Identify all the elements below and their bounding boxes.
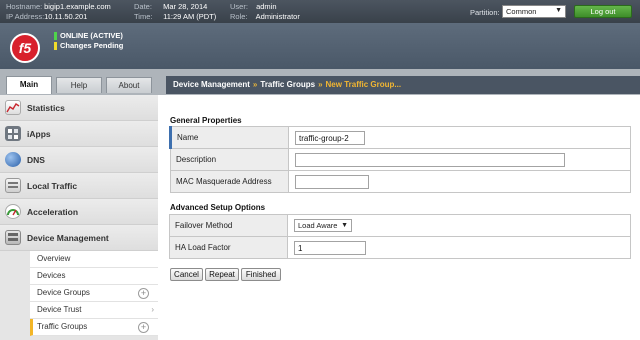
date-value: Mar 28, 2014	[163, 2, 208, 11]
add-icon[interactable]: +	[138, 288, 149, 299]
general-properties-table: Name traffic-group-2 Description MAC Mas…	[169, 126, 631, 193]
status-online-text: ONLINE (ACTIVE)	[60, 31, 123, 40]
subnav-label: Traffic Groups	[37, 322, 88, 331]
breadcrumb-current: New Traffic Group...	[325, 80, 402, 89]
ha-load-factor-label: HA Load Factor	[169, 236, 288, 259]
dns-globe-icon	[5, 152, 21, 167]
breadcrumb-device-management[interactable]: Device Management	[173, 80, 250, 89]
breadcrumb-separator: »	[252, 80, 258, 89]
main-content: General Properties Name traffic-group-2 …	[158, 95, 640, 340]
sidebar-item-label: Statistics	[27, 103, 65, 113]
ip-value: 10.11.50.201	[44, 11, 88, 21]
online-status-icon	[54, 32, 57, 40]
mac-masquerade-input[interactable]	[295, 174, 369, 189]
tab-help[interactable]: Help	[56, 77, 102, 93]
tab-about[interactable]: About	[106, 77, 152, 93]
ha-load-row: HA Load Factor 1	[169, 236, 631, 259]
date-info: Date: Mar 28, 2014 Time: 11:29 AM (PDT)	[134, 2, 216, 21]
subnav-label: Devices	[37, 271, 66, 280]
name-input[interactable]: traffic-group-2	[295, 130, 365, 145]
sidebar-item-iapps[interactable]: iApps	[0, 121, 158, 147]
status-changes-link[interactable]: Changes Pending	[60, 41, 123, 50]
partition-value: Common	[506, 7, 537, 16]
hostname-label: Hostname:	[6, 2, 43, 11]
device-management-icon	[5, 230, 21, 245]
sidebar-item-device-management[interactable]: Device Management	[0, 225, 158, 251]
failover-row: Failover Method Load Aware ▼	[169, 214, 631, 237]
breadcrumb-separator: »	[318, 80, 323, 89]
f5-logo: f5	[10, 33, 40, 63]
sidebar-item-label: iApps	[27, 129, 51, 139]
description-input[interactable]	[295, 152, 565, 167]
subnav-device-trust[interactable]: Device Trust ›	[30, 302, 158, 319]
repeat-button[interactable]: Repeat	[205, 268, 239, 281]
mac-row: MAC Masquerade Address	[170, 170, 631, 193]
date-label: Date:	[134, 2, 152, 11]
sidebar-item-label: DNS	[27, 155, 45, 165]
advanced-setup-title: Advanced Setup Options	[170, 203, 266, 212]
time-value: 11:29 AM (PDT)	[163, 11, 217, 21]
speedometer-icon	[5, 204, 21, 219]
statistics-icon	[5, 100, 21, 115]
pending-status-icon	[54, 42, 57, 50]
subnav-overview[interactable]: Overview	[30, 251, 158, 268]
general-properties-title: General Properties	[170, 116, 242, 125]
add-icon[interactable]: +	[138, 322, 149, 333]
subnav-traffic-groups[interactable]: Traffic Groups +	[30, 319, 158, 336]
breadcrumb-traffic-groups[interactable]: Traffic Groups	[260, 80, 315, 89]
sidebar-item-label: Device Management	[27, 233, 109, 243]
sidebar-item-acceleration[interactable]: Acceleration	[0, 199, 158, 225]
top-bar: Hostname: bigip1.example.com IP Address:…	[0, 0, 640, 23]
user-info: User: admin Role: Administrator	[230, 2, 300, 21]
role-label: Role:	[230, 11, 248, 21]
cancel-button[interactable]: Cancel	[170, 268, 203, 281]
subnav-label: Device Trust	[37, 305, 82, 314]
advanced-setup-table: Failover Method Load Aware ▼ HA Load Fac…	[169, 214, 631, 259]
name-label: Name	[169, 126, 289, 149]
subnav-label: Overview	[37, 254, 71, 263]
status-pending-row[interactable]: Changes Pending	[54, 41, 123, 51]
sidebar-item-statistics[interactable]: Statistics	[0, 95, 158, 121]
host-info: Hostname: bigip1.example.com IP Address:…	[6, 2, 111, 21]
subnav-devices[interactable]: Devices	[30, 268, 158, 285]
ip-label: IP Address:	[6, 11, 45, 21]
iapps-icon	[5, 126, 21, 141]
description-label: Description	[170, 148, 289, 171]
failover-method-select[interactable]: Load Aware ▼	[294, 219, 352, 232]
failover-method-label: Failover Method	[169, 214, 288, 237]
finished-button[interactable]: Finished	[241, 268, 281, 281]
sidebar-item-label: Acceleration	[27, 207, 79, 217]
ha-load-factor-input[interactable]: 1	[294, 240, 366, 255]
role-value: Administrator	[255, 11, 300, 21]
hostname-value: bigip1.example.com	[44, 2, 111, 11]
partition-select[interactable]: Common ▼	[502, 5, 566, 18]
sidebar-item-local-traffic[interactable]: Local Traffic	[0, 173, 158, 199]
partition-label: Partition:	[470, 8, 500, 17]
subnav-label: Device Groups	[37, 288, 90, 297]
header-band: f5 ONLINE (ACTIVE) Changes Pending	[0, 23, 640, 69]
local-traffic-icon	[5, 178, 21, 193]
logout-button[interactable]: Log out	[574, 5, 632, 18]
subnav-device-groups[interactable]: Device Groups +	[30, 285, 158, 302]
sidebar-item-dns[interactable]: DNS	[0, 147, 158, 173]
tab-main[interactable]: Main	[6, 76, 52, 94]
chevron-right-icon: ›	[151, 305, 154, 314]
failover-method-value: Load Aware	[298, 221, 338, 230]
sidebar-item-label: Local Traffic	[27, 181, 78, 191]
system-status: ONLINE (ACTIVE) Changes Pending	[54, 31, 123, 51]
dropdown-arrow-icon: ▼	[341, 222, 348, 229]
dropdown-arrow-icon: ▼	[555, 7, 562, 14]
sidebar: Statistics iApps DNS Local Traffic Accel…	[0, 95, 158, 340]
status-online-row: ONLINE (ACTIVE)	[54, 31, 123, 41]
time-label: Time:	[134, 11, 153, 21]
name-row: Name traffic-group-2	[169, 126, 631, 149]
user-label: User:	[230, 2, 248, 11]
mac-masquerade-label: MAC Masquerade Address	[170, 170, 289, 193]
description-row: Description	[170, 148, 631, 171]
breadcrumb: Device Management» Traffic Groups» New Tra…	[166, 76, 640, 94]
user-value: admin	[256, 2, 277, 11]
